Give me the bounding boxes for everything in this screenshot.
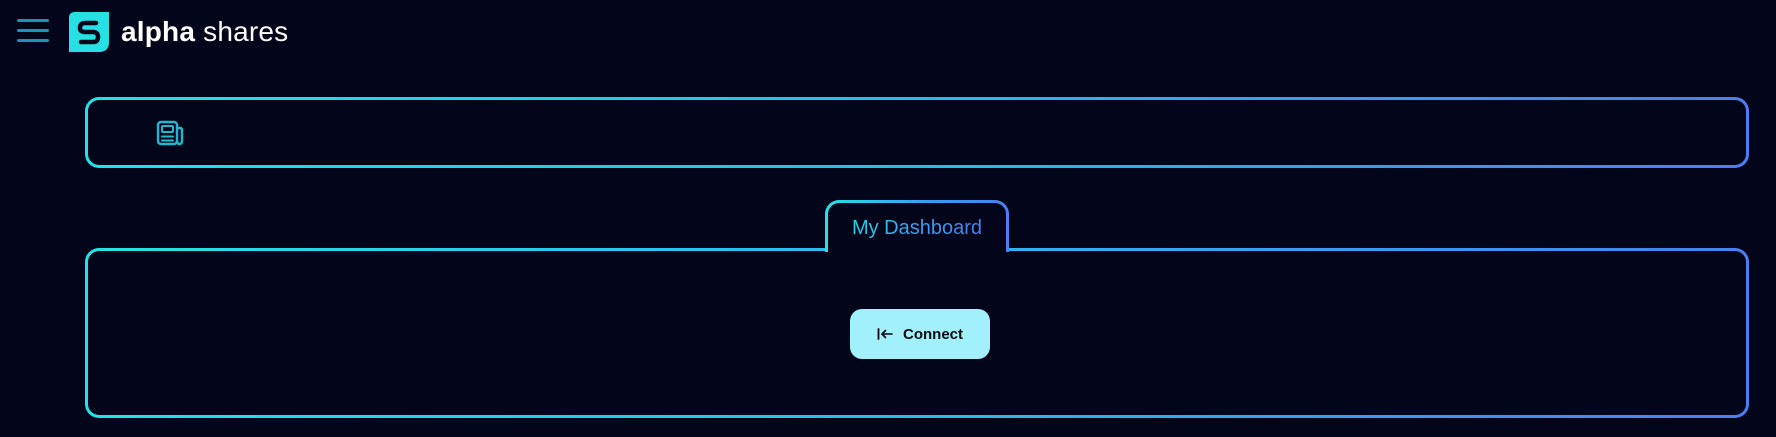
connect-button[interactable]: Connect <box>850 309 990 359</box>
connect-button-label: Connect <box>903 325 963 343</box>
brand-name-bold: alpha <box>121 16 196 47</box>
tab-my-dashboard-label: My Dashboard <box>851 217 983 239</box>
app-page: alpha shares My Dashboard Connect <box>0 0 1776 437</box>
tab-my-dashboard[interactable]: My Dashboard <box>825 200 1009 252</box>
menu-line <box>17 39 49 42</box>
menu-line <box>17 29 49 32</box>
dashboard-panel: Connect <box>85 248 1749 418</box>
brand-name: alpha shares <box>121 12 288 52</box>
menu-line <box>17 19 49 22</box>
alpha-shares-logo-icon <box>69 12 109 52</box>
login-arrow-icon <box>877 328 893 340</box>
news-ticker-panel <box>85 97 1749 168</box>
brand-name-light: shares <box>203 16 289 47</box>
brand-logo[interactable]: alpha shares <box>69 12 288 52</box>
hamburger-menu-icon[interactable] <box>17 17 49 45</box>
newspaper-icon[interactable] <box>156 120 184 146</box>
